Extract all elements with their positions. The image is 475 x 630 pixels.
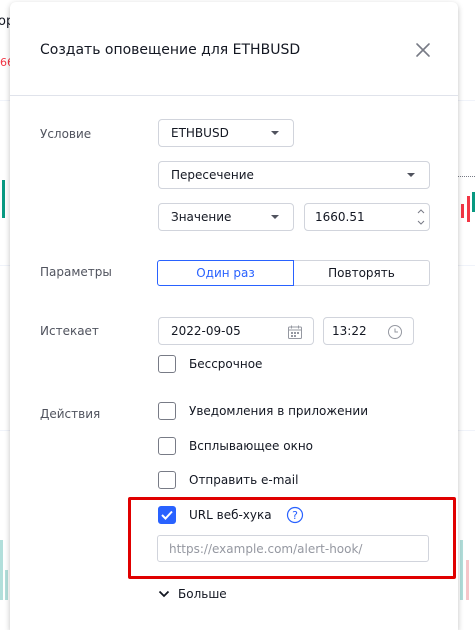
expires-label: Истекает [40,324,99,338]
checkbox-box[interactable] [158,355,176,373]
app-notification-label: Уведомления в приложении [189,404,368,418]
email-checkbox[interactable]: Отправить e-mail [158,471,298,489]
app-notification-checkbox[interactable]: Уведомления в приложении [158,402,368,420]
value-type-select-value: Значение [171,210,232,224]
webhook-checkbox[interactable]: URL веб-хука ? [158,506,304,524]
candle [2,180,5,218]
webhook-url-input[interactable]: https://example.com/alert-hook/ [157,535,429,562]
repeat-option[interactable]: Повторять [294,260,430,286]
dialog-title: Создать оповещение для ETHBUSD [40,42,301,58]
price-line [458,176,475,177]
symbol-select[interactable]: ETHBUSD [158,119,294,147]
chevron-down-icon [407,173,415,177]
webhook-url-placeholder: https://example.com/alert-hook/ [169,541,363,556]
calendar-icon [288,325,302,339]
value-type-select[interactable]: Значение [158,203,294,231]
create-alert-dialog: Создать оповещение для ETHBUSD Условие E… [10,2,458,630]
header-divider [10,95,458,96]
operator-select-value: Пересечение [171,168,254,182]
popup-label: Всплывающее окно [189,439,314,453]
operator-select[interactable]: Пересечение [158,161,430,189]
expiry-time-field[interactable]: 13:22 [323,317,414,345]
candle [467,196,470,222]
checkbox-box[interactable] [158,471,176,489]
close-button[interactable] [413,40,433,60]
svg-text:?: ? [292,509,298,522]
checkbox-box[interactable] [158,437,176,455]
open-ended-label: Бессрочное [189,357,263,371]
actions-label: Действия [40,407,101,421]
checkbox-box[interactable] [158,402,176,420]
value-input[interactable]: 1660.51 [304,203,430,231]
volume-bar [460,540,463,600]
more-label: Больше [178,587,227,601]
email-label: Отправить e-mail [189,473,299,487]
volume-bar [466,560,469,600]
volume-bar [5,570,8,600]
checkmark-icon [161,510,173,520]
condition-label: Условие [40,127,92,141]
expiry-date-value: 2022-09-05 [171,324,241,338]
parameters-label: Параметры [40,265,112,279]
close-icon [416,43,430,57]
chevron-down-icon [158,590,170,598]
expiry-date-field[interactable]: 2022-09-05 [158,317,314,345]
help-icon[interactable]: ? [286,506,304,524]
value-input-text: 1660.51 [315,210,365,224]
expiry-time-value: 13:22 [332,324,367,338]
once-option[interactable]: Один раз [157,260,294,286]
candle [461,204,464,218]
chevron-down-icon [271,215,279,219]
value-stepper[interactable] [416,206,426,228]
volume-bar [0,540,3,600]
checkbox-box[interactable] [158,506,176,524]
more-button[interactable]: Больше [158,587,227,601]
chevron-down-icon [271,131,279,135]
webhook-label: URL веб-хука [189,508,272,522]
popup-checkbox[interactable]: Всплывающее окно [158,437,313,455]
clock-icon [388,325,402,339]
open-ended-checkbox[interactable]: Бессрочное [158,355,262,373]
symbol-select-value: ETHBUSD [171,126,229,140]
